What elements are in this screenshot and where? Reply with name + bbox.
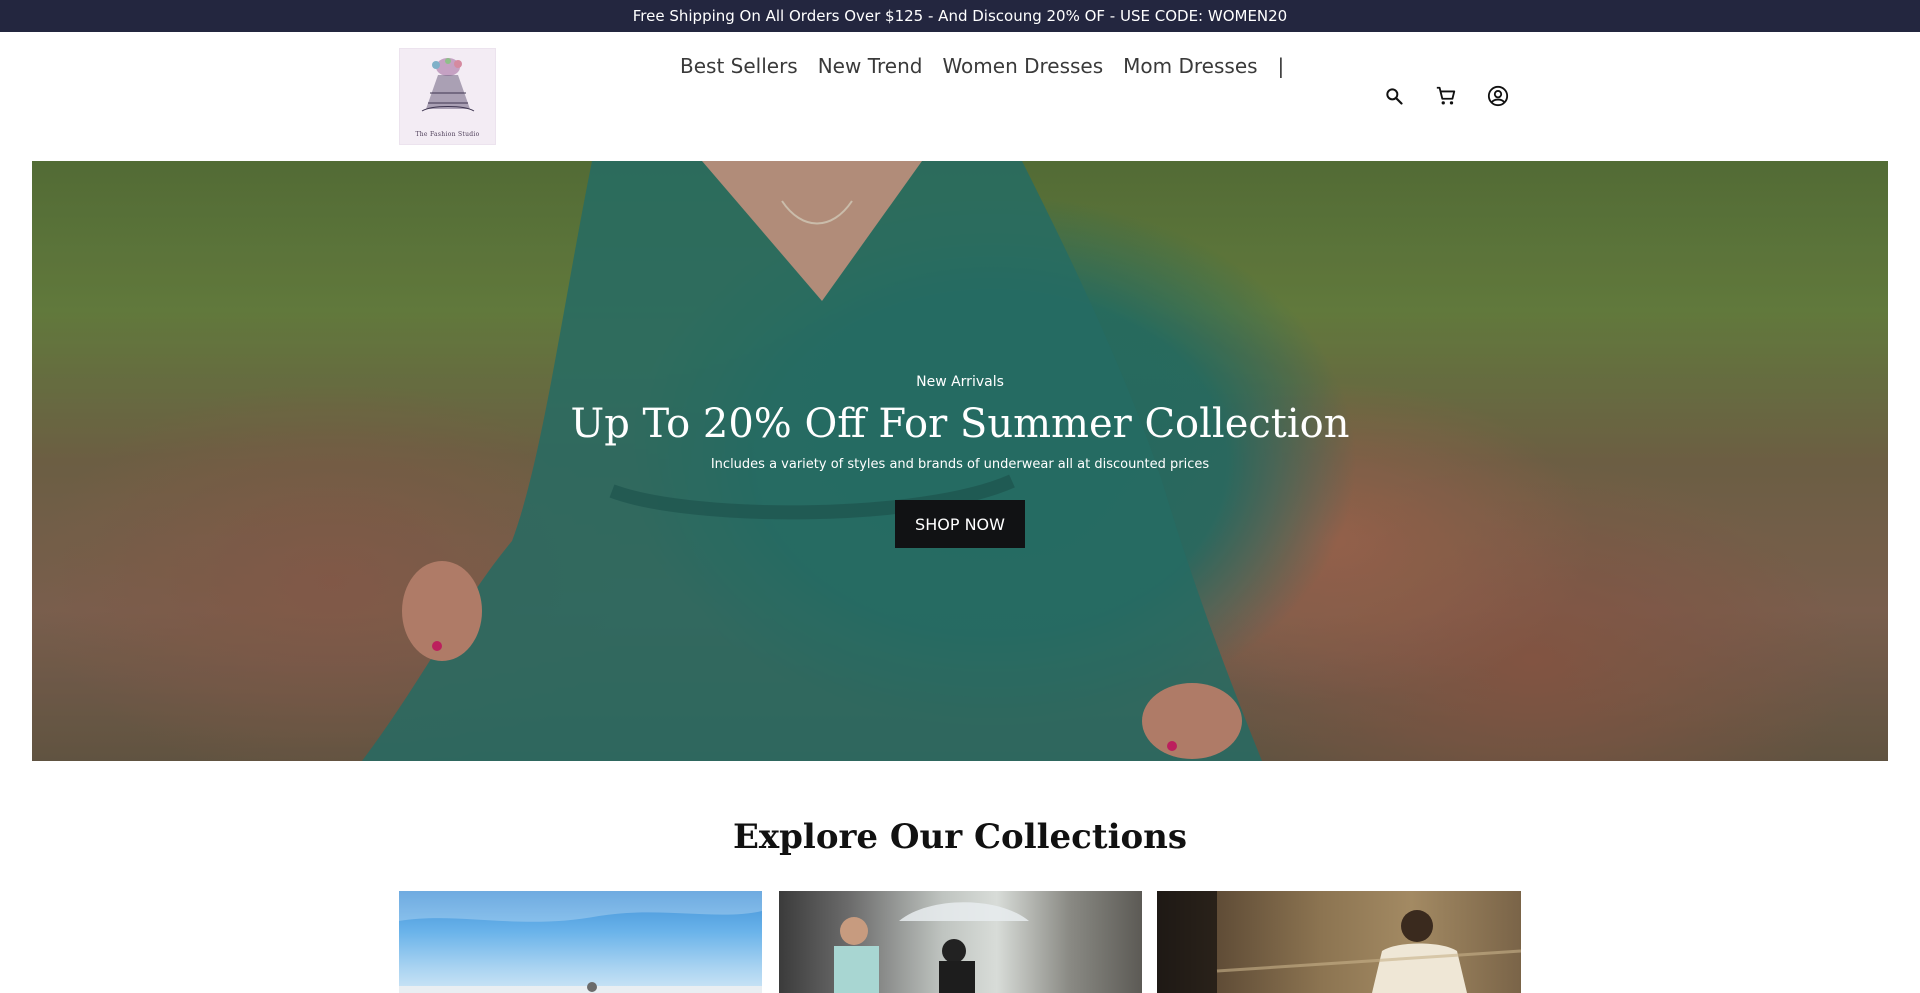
- announcement-text: Free Shipping On All Orders Over $125 - …: [632, 7, 1288, 25]
- collections-title: Explore Our Collections: [732, 817, 1188, 857]
- hero-title: Up To 20% Off For Summer Collection: [570, 401, 1350, 447]
- couple-umbrella-photo: [834, 902, 1029, 993]
- hero-eyebrow: New Arrivals: [916, 374, 1004, 390]
- site-header: The Fashion Studio Best Sellers New Tren…: [0, 32, 1920, 161]
- search-icon[interactable]: [1382, 84, 1406, 108]
- nav-item-new-trend[interactable]: New Trend: [818, 54, 923, 78]
- store-logo[interactable]: The Fashion Studio: [399, 48, 496, 145]
- account-icon[interactable]: [1486, 84, 1510, 108]
- hero-banner: New Arrivals Up To 20% Off For Summer Co…: [32, 161, 1888, 761]
- nav-item-best-sellers[interactable]: Best Sellers: [680, 54, 798, 78]
- header-actions: [1382, 84, 1538, 108]
- shop-now-button[interactable]: SHOP NOW: [895, 500, 1025, 548]
- announcement-bar: Free Shipping On All Orders Over $125 - …: [0, 0, 1920, 32]
- nav-item-mom-dresses[interactable]: Mom Dresses: [1123, 54, 1257, 78]
- woman-staircase-photo: [1157, 891, 1521, 993]
- logo-dress-illustration-icon: [421, 58, 475, 112]
- collections-grid: [399, 891, 1521, 993]
- nav-separator: |: [1277, 54, 1285, 78]
- cart-icon[interactable]: [1434, 84, 1458, 108]
- hero-content: New Arrivals Up To 20% Off For Summer Co…: [32, 161, 1888, 761]
- nav-item-women-dresses[interactable]: Women Dresses: [942, 54, 1103, 78]
- logo-text: The Fashion Studio: [415, 131, 480, 138]
- main-nav: Best Sellers New Trend Women Dresses Mom…: [680, 54, 1284, 78]
- collection-card-staircase[interactable]: [1157, 891, 1521, 993]
- hero-subtitle: Includes a variety of styles and brands …: [710, 457, 1210, 472]
- collection-card-beach[interactable]: [399, 891, 762, 993]
- beach-sky-photo: [399, 891, 762, 993]
- collection-card-couple[interactable]: [779, 891, 1142, 993]
